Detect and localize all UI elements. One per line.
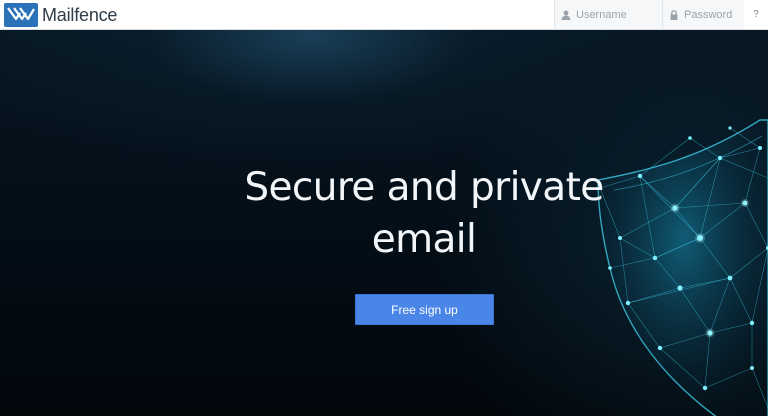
username-input[interactable]: Username [554, 0, 662, 29]
password-placeholder: Password [684, 8, 733, 21]
user-icon [561, 10, 571, 20]
mailfence-logo-icon [4, 3, 38, 27]
lock-icon [669, 9, 679, 20]
brand-logo[interactable]: Mailfence [4, 3, 117, 27]
hero-headline-line-2: email [371, 217, 477, 262]
hero-headline: Secure and private email [200, 162, 648, 266]
password-input[interactable]: Password [662, 0, 744, 29]
top-navigation-bar: Mailfence Username Password ? [0, 0, 768, 30]
hero-headline-line-1: Secure and private [244, 165, 604, 210]
username-placeholder: Username [576, 8, 627, 21]
help-button[interactable]: ? [744, 0, 768, 29]
hero-section: Secure and private email Free sign up [0, 30, 768, 416]
free-sign-up-button[interactable]: Free sign up [355, 294, 494, 325]
brand-name: Mailfence [42, 4, 118, 25]
